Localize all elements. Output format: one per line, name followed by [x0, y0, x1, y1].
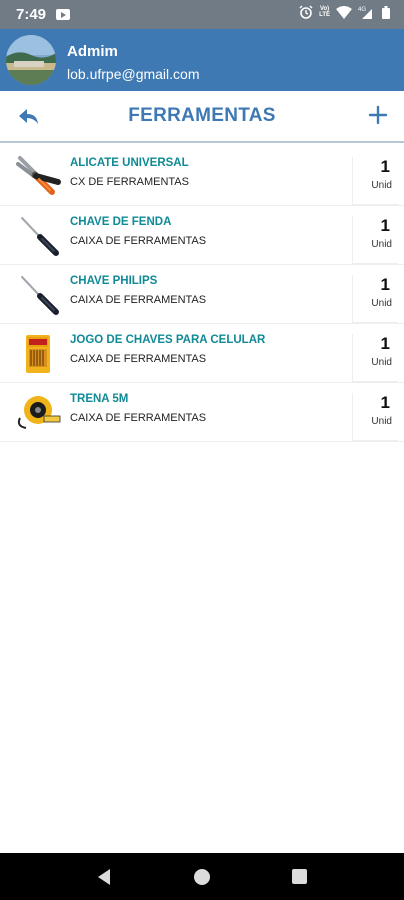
item-location: CX DE FERRAMENTAS: [70, 176, 189, 188]
status-time: 7:49: [16, 6, 47, 23]
nav-back-icon[interactable]: [96, 868, 112, 886]
tool-list: ALICATE UNIVERSAL CX DE FERRAMENTAS 1 Un…: [0, 147, 404, 442]
item-location: CAIXA DE FERRAMENTAS: [70, 294, 207, 306]
nav-recents-icon[interactable]: [292, 869, 307, 884]
item-unit: Unid: [371, 298, 392, 309]
list-item[interactable]: ALICATE UNIVERSAL CX DE FERRAMENTAS 1 Un…: [0, 147, 404, 206]
cell-signal-icon: 4G: [358, 7, 372, 19]
item-quantity: 1: [380, 334, 390, 353]
item-location: CAIXA DE FERRAMENTAS: [70, 353, 207, 365]
user-name: Admim: [67, 43, 118, 60]
toolbar: FERRAMENTAS: [0, 91, 404, 143]
item-unit: Unid: [371, 239, 392, 250]
item-quantity: 1: [380, 393, 390, 412]
item-name: ALICATE UNIVERSAL: [70, 157, 189, 169]
list-item[interactable]: CHAVE DE FENDA CAIXA DE FERRAMENTAS 1 Un…: [0, 206, 404, 265]
cell-label: 4G: [358, 7, 366, 13]
profile-header: Admim lob.ufrpe@gmail.com: [0, 29, 404, 91]
toolbar-divider: [0, 141, 404, 143]
item-name: JOGO DE CHAVES PARA CELULAR: [70, 334, 266, 346]
status-icons: Vo) LTE 4G: [299, 5, 390, 19]
item-quantity: 1: [380, 275, 390, 294]
item-location: CAIXA DE FERRAMENTAS: [70, 235, 207, 247]
list-item[interactable]: TRENA 5M CAIXA DE FERRAMENTAS 1 Unid: [0, 383, 404, 442]
item-quantity: 1: [380, 216, 390, 235]
page-title: FERRAMENTAS: [128, 105, 276, 126]
volte-bottom: LTE: [319, 12, 330, 18]
battery-icon: [382, 5, 390, 19]
screwdriver-icon: [14, 272, 64, 316]
alarm-icon: [299, 5, 313, 19]
avatar[interactable]: [6, 35, 56, 85]
item-name: CHAVE PHILIPS: [70, 275, 158, 287]
pliers-icon: [14, 154, 64, 198]
nav-home-icon[interactable]: [194, 869, 210, 885]
status-bar: 7:49 Vo) LTE 4G: [0, 0, 404, 29]
screwdriver-icon: [14, 213, 64, 257]
toolkit-icon: [14, 331, 64, 375]
plus-icon[interactable]: [366, 103, 390, 127]
system-nav-bar: [0, 853, 404, 900]
list-item[interactable]: JOGO DE CHAVES PARA CELULAR CAIXA DE FER…: [0, 324, 404, 383]
item-quantity: 1: [380, 157, 390, 176]
item-unit: Unid: [371, 357, 392, 368]
wifi-icon: [336, 5, 352, 19]
notification-icon: [56, 9, 70, 20]
volte-badge: Vo) LTE: [319, 6, 330, 18]
item-location: CAIXA DE FERRAMENTAS: [70, 412, 207, 424]
item-name: TRENA 5M: [70, 393, 129, 405]
item-unit: Unid: [371, 416, 392, 427]
tape-measure-icon: [14, 390, 64, 434]
user-email: lob.ufrpe@gmail.com: [67, 66, 200, 82]
item-unit: Unid: [371, 180, 392, 191]
list-item[interactable]: CHAVE PHILIPS CAIXA DE FERRAMENTAS 1 Uni…: [0, 265, 404, 324]
item-name: CHAVE DE FENDA: [70, 216, 172, 228]
